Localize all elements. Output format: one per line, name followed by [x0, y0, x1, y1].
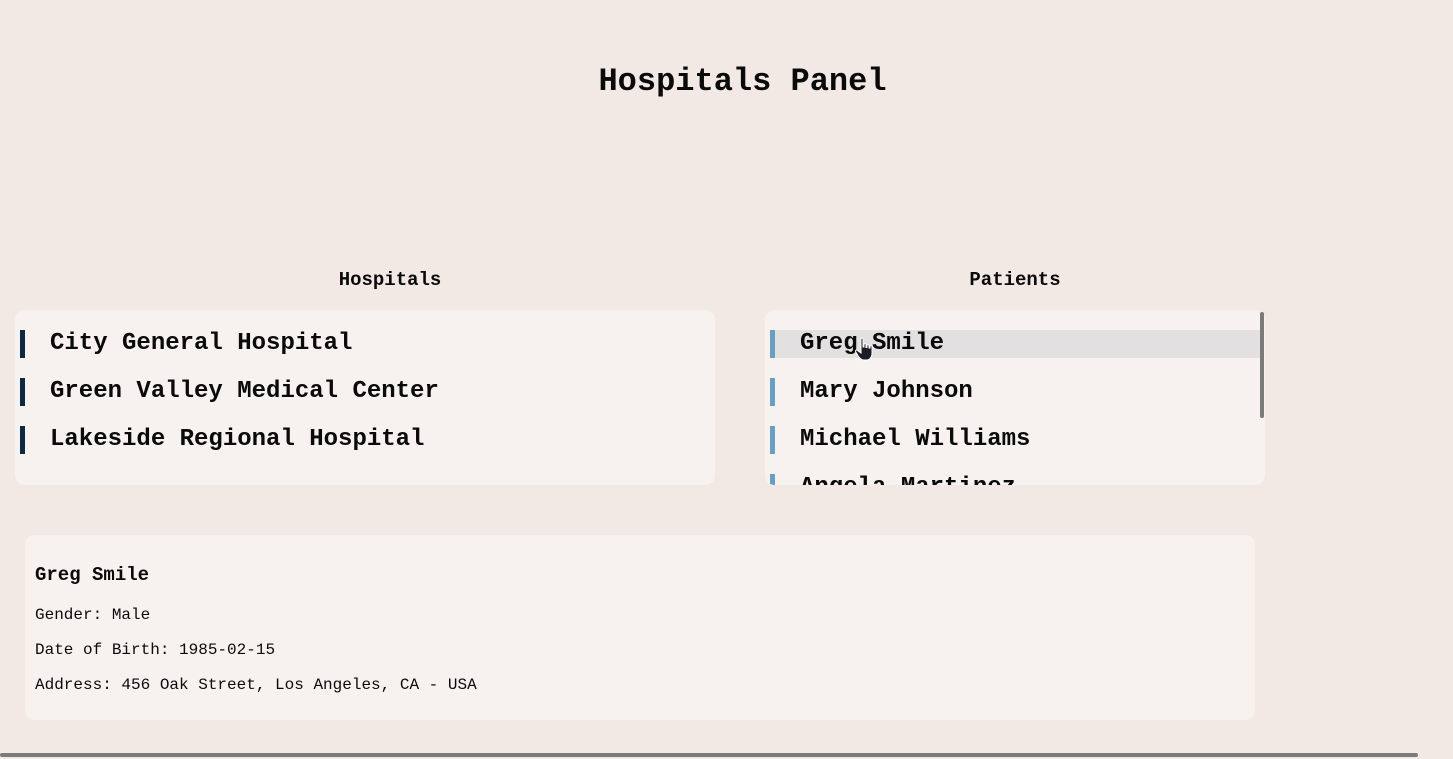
patient-address: Address: 456 Oak Street, Los Angeles, CA…: [35, 676, 477, 694]
patient-gender: Gender: Male: [35, 606, 151, 624]
patient-item[interactable]: Michael Williams: [770, 426, 1260, 454]
patient-item[interactable]: Angela Martinez: [770, 474, 1260, 485]
patient-item-selected[interactable]: Greg Smile: [770, 330, 1260, 358]
patients-heading: Patients: [969, 269, 1061, 291]
patient-name: Greg Smile: [35, 564, 150, 586]
hospitals-heading: Hospitals: [338, 269, 442, 291]
patient-dob: Date of Birth: 1985-02-15: [35, 641, 276, 659]
patient-details-card: Greg Smile Gender: Male Date of Birth: 1…: [25, 535, 1255, 720]
patient-item[interactable]: Mary Johnson: [770, 378, 1260, 406]
hand-pointer-icon: [854, 337, 876, 361]
hospitals-list: City General Hospital Green Valley Medic…: [15, 310, 715, 485]
hospital-item[interactable]: Green Valley Medical Center: [20, 378, 710, 406]
patients-scrollbar[interactable]: [1260, 312, 1264, 418]
page-title: Hospitals Panel: [598, 63, 887, 100]
hospital-item[interactable]: City General Hospital: [20, 330, 710, 358]
page-horizontal-scrollbar[interactable]: [0, 753, 1418, 757]
hospital-item[interactable]: Lakeside Regional Hospital: [20, 426, 710, 454]
patients-list[interactable]: Greg Smile Mary Johnson Michael Williams…: [765, 310, 1265, 485]
